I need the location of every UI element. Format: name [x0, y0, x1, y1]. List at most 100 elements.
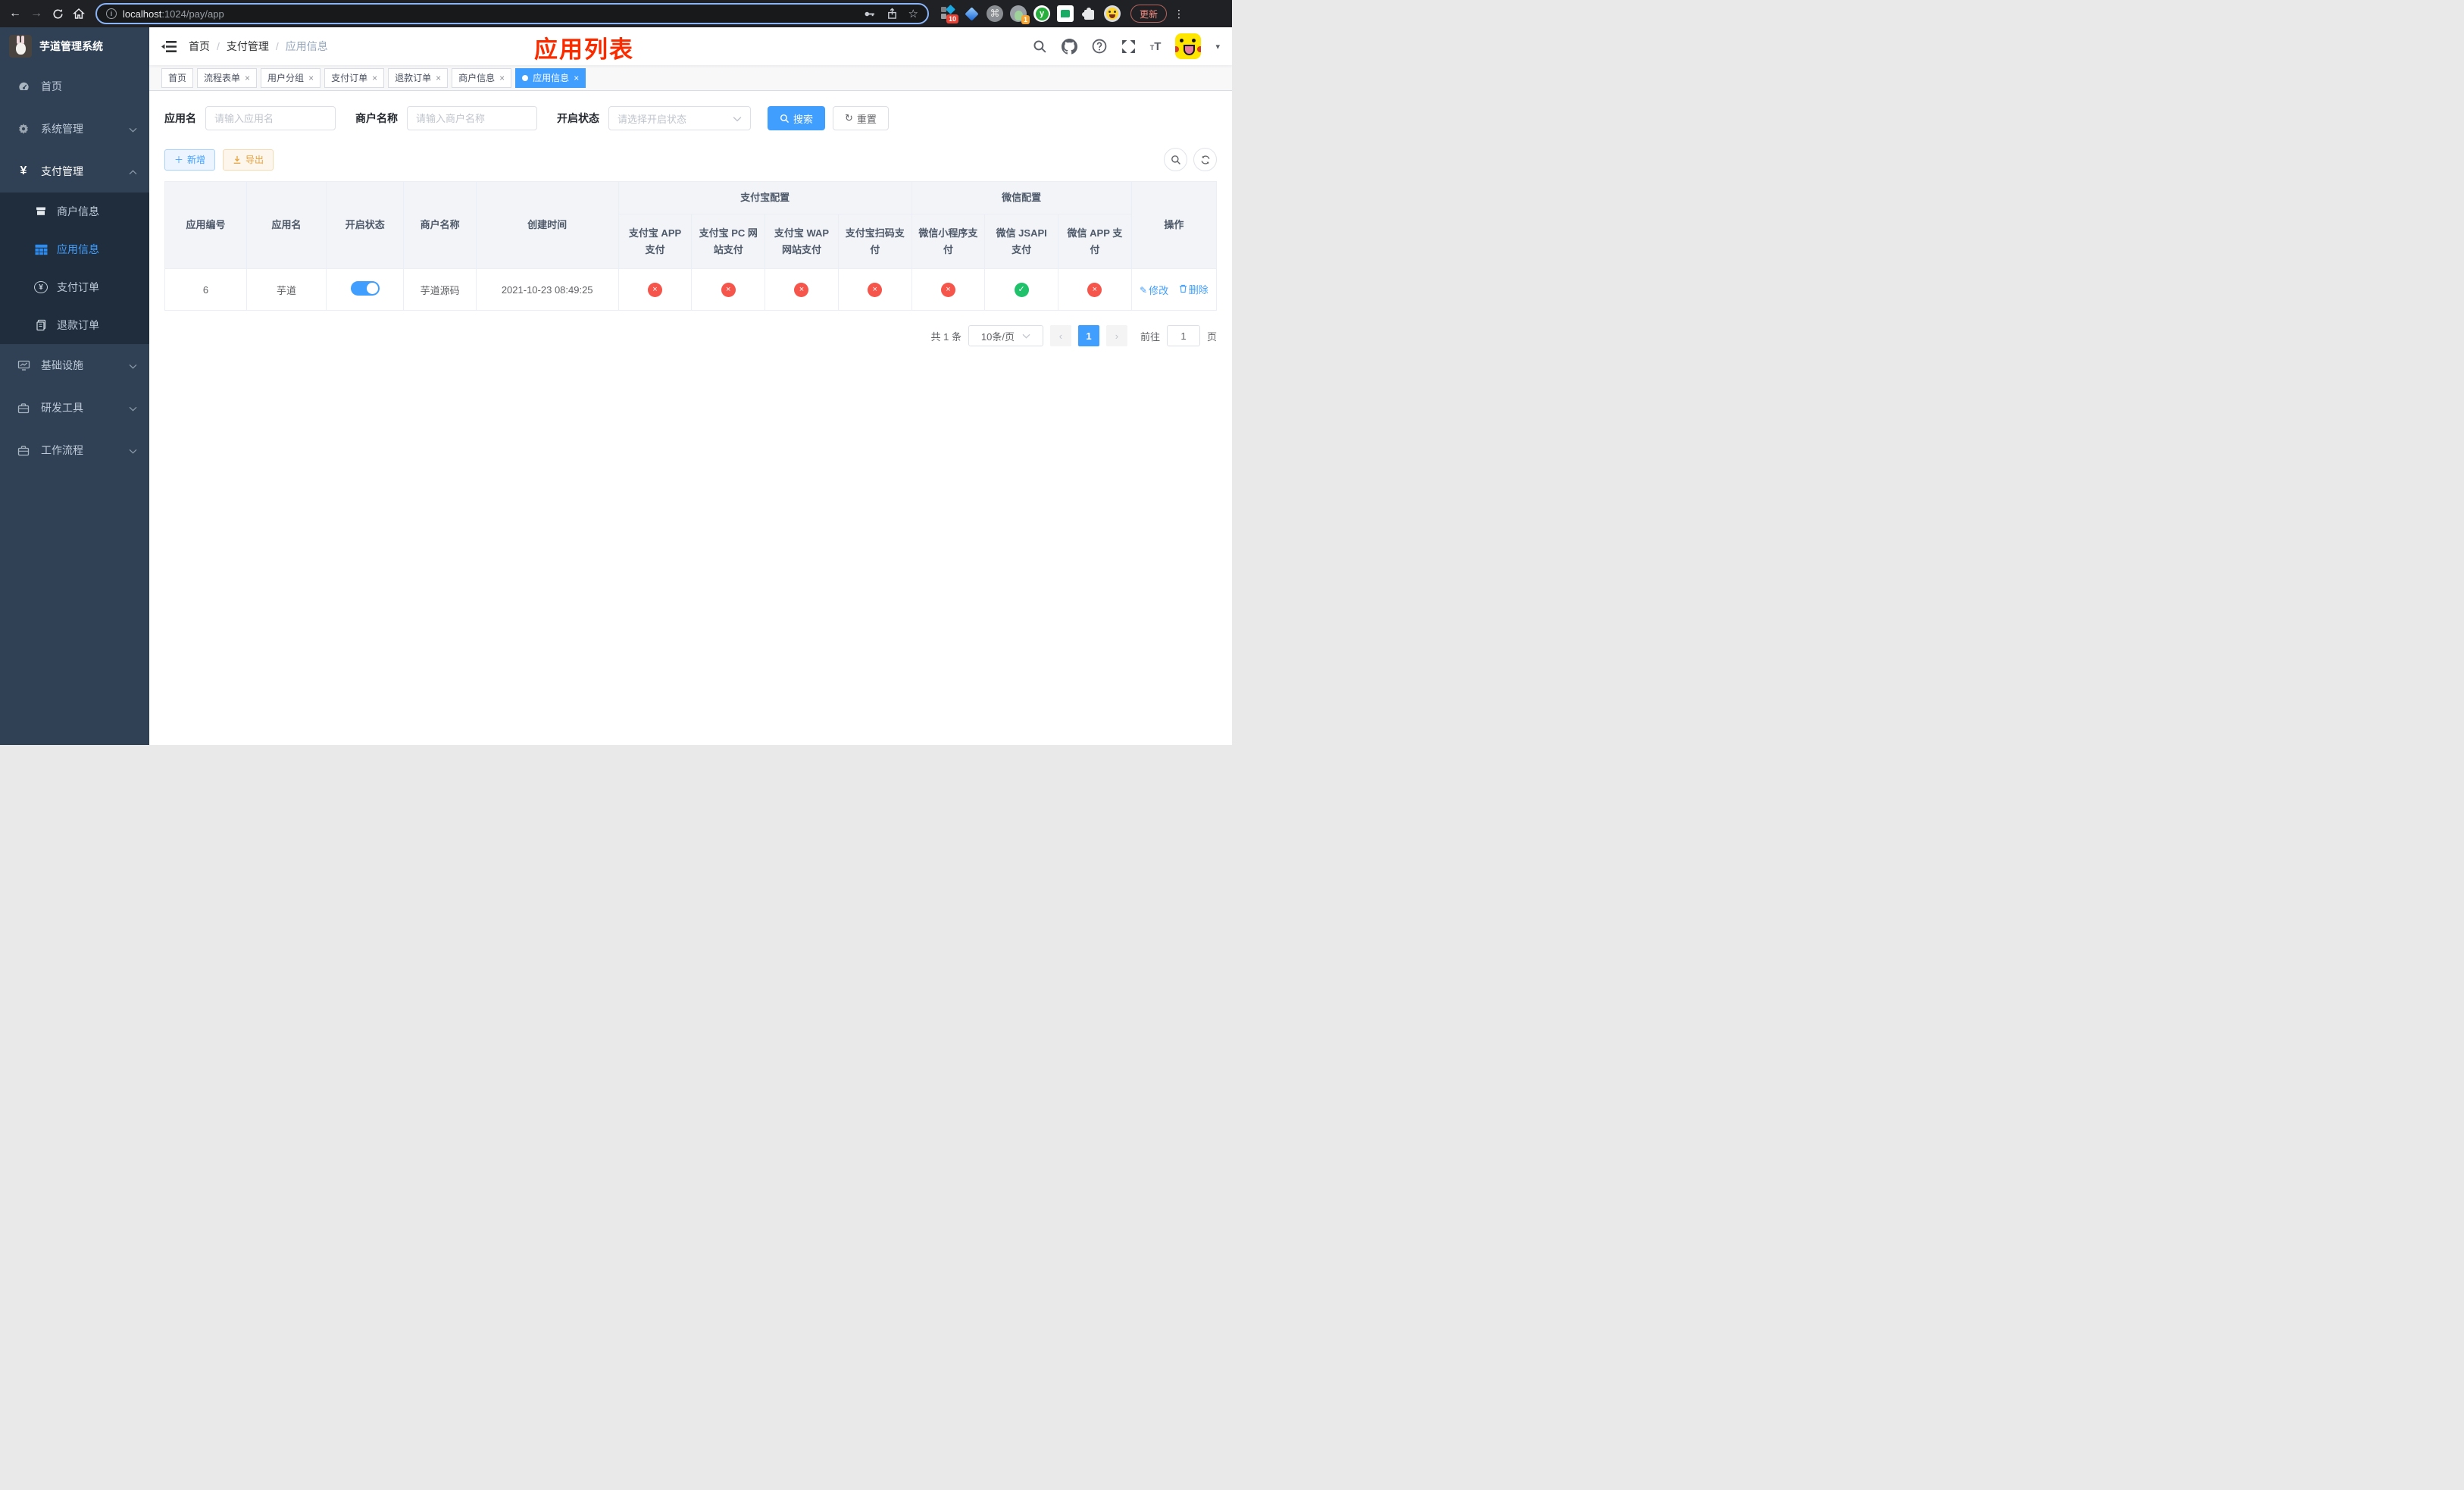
- password-key-icon[interactable]: [863, 8, 876, 20]
- channel-status-icon: ×: [794, 282, 809, 297]
- close-icon[interactable]: [574, 74, 579, 83]
- sidebar-item-app-info[interactable]: 应用信息: [0, 230, 149, 268]
- sidebar-item-label: 商户信息: [57, 205, 99, 218]
- current-page-button[interactable]: 1: [1077, 325, 1099, 347]
- app-table: 应用编号 应用名 开启状态 商户名称 创建时间 支付宝配置 微信配置 操作 支付…: [164, 180, 1218, 311]
- close-icon[interactable]: [245, 74, 250, 83]
- extension-y-icon[interactable]: y: [1033, 5, 1050, 22]
- close-icon[interactable]: [436, 74, 441, 83]
- github-icon[interactable]: [1061, 38, 1077, 55]
- sidebar-logo[interactable]: 芋道管理系统: [0, 27, 149, 65]
- sidebar-item-dev-tools[interactable]: 研发工具: [0, 387, 149, 429]
- add-button[interactable]: 新增: [164, 149, 216, 171]
- tab-app-info[interactable]: 应用信息: [515, 67, 586, 88]
- extension-command-icon[interactable]: [987, 5, 1003, 22]
- page-size-select[interactable]: 10条/页: [968, 325, 1043, 347]
- extension-profile-icon[interactable]: 1: [1010, 5, 1030, 24]
- breadcrumb-payment[interactable]: 支付管理: [227, 39, 269, 54]
- sidebar-item-label: 退款订单: [57, 319, 99, 331]
- tab-label: 商户信息: [458, 73, 496, 83]
- sidebar-item-pay-order[interactable]: 支付订单: [0, 268, 149, 306]
- address-bar[interactable]: localhost:1024/pay/app: [95, 3, 929, 24]
- prev-page-button[interactable]: [1049, 325, 1071, 347]
- edit-link[interactable]: 修改: [1140, 283, 1168, 297]
- sidebar-collapse-icon[interactable]: [161, 40, 177, 52]
- user-avatar[interactable]: [1175, 33, 1202, 59]
- info-icon[interactable]: [106, 8, 117, 19]
- search-icon: [780, 114, 790, 123]
- refresh-table-button[interactable]: [1193, 148, 1217, 171]
- extensions-puzzle-icon[interactable]: [1080, 5, 1097, 22]
- page-title: 应用列表: [534, 36, 634, 63]
- emoji-face: [1106, 8, 1118, 20]
- sidebar-item-payment[interactable]: 支付管理: [0, 150, 149, 193]
- search-icon[interactable]: [1033, 39, 1047, 54]
- sidebar-item-label: 系统管理: [41, 123, 83, 135]
- grid-square: [941, 14, 946, 19]
- yen-circle-icon: [34, 281, 48, 293]
- export-button-label: 导出: [245, 155, 264, 165]
- page-content: 应用名 商户名称 开启状态 请选择开启状态: [149, 91, 1232, 745]
- goto-page-input[interactable]: [1166, 325, 1200, 347]
- sidebar-item-home[interactable]: 首页: [0, 65, 149, 108]
- breadcrumb: 首页 / 支付管理 / 应用信息: [189, 39, 328, 54]
- browser-avatar[interactable]: [1104, 5, 1121, 22]
- tab-user-group[interactable]: 用户分组: [261, 67, 321, 88]
- page-header: 首页 / 支付管理 / 应用信息 应用列表 T T ▾: [149, 27, 1232, 65]
- close-icon[interactable]: [372, 74, 377, 83]
- cell-created: 2021-10-23 08:49:25: [475, 268, 619, 311]
- status-toggle[interactable]: [350, 281, 380, 296]
- sidebar-item-merchant-info[interactable]: 商户信息: [0, 193, 149, 230]
- header-actions: TT: [1033, 33, 1220, 59]
- show-search-button[interactable]: [1164, 148, 1187, 171]
- close-icon[interactable]: [308, 74, 314, 83]
- toolbox-icon: [17, 402, 30, 414]
- font-size-icon[interactable]: TT: [1150, 40, 1162, 53]
- tab-refund-order[interactable]: 退款订单: [388, 67, 449, 88]
- tab-pay-order[interactable]: 支付订单: [324, 67, 385, 88]
- url-text[interactable]: localhost:1024/pay/app: [123, 8, 224, 20]
- table-row: 6 芋道 芋道源码 2021-10-23 08:49:25 × × × × ×: [164, 268, 1218, 311]
- search-button[interactable]: 搜索: [768, 106, 826, 130]
- sidebar-item-infrastructure[interactable]: 基础设施: [0, 344, 149, 387]
- download-icon: [233, 155, 241, 164]
- delete-link[interactable]: 删除: [1179, 282, 1209, 296]
- forward-icon[interactable]: →: [27, 5, 45, 23]
- bookmark-star-icon[interactable]: [908, 7, 918, 21]
- help-icon[interactable]: [1092, 39, 1107, 54]
- tab-label: 应用信息: [533, 73, 570, 83]
- back-icon[interactable]: ←: [6, 5, 24, 23]
- avatar-caret-icon[interactable]: [1215, 42, 1220, 52]
- chevron-down-icon: [129, 359, 137, 371]
- export-button[interactable]: 导出: [223, 149, 274, 171]
- home-icon[interactable]: [70, 5, 88, 23]
- tab-home[interactable]: 首页: [161, 67, 194, 88]
- fullscreen-icon[interactable]: [1121, 39, 1136, 54]
- chat-bubble: [1061, 10, 1070, 17]
- close-icon[interactable]: [499, 74, 505, 83]
- extension-chat-icon[interactable]: [1057, 5, 1074, 22]
- y-glyph: y: [1035, 7, 1049, 20]
- status-select[interactable]: 请选择开启状态: [608, 106, 751, 130]
- browser-update-button[interactable]: 更新: [1130, 5, 1168, 23]
- merchant-name-input[interactable]: [407, 106, 537, 130]
- channel-status-icon: ×: [940, 282, 955, 297]
- reset-button[interactable]: 重置: [833, 106, 889, 130]
- sidebar-item-label: 研发工具: [41, 402, 83, 414]
- sidebar-item-workflow[interactable]: 工作流程: [0, 429, 149, 471]
- tab-merchant-info[interactable]: 商户信息: [452, 67, 512, 88]
- reload-icon[interactable]: [48, 5, 67, 23]
- breadcrumb-home[interactable]: 首页: [189, 39, 210, 54]
- tab-process-form[interactable]: 流程表单: [197, 67, 258, 88]
- app-name-input[interactable]: [205, 106, 336, 130]
- col-alipay-wap: 支付宝 WAP 网站支付: [765, 214, 839, 270]
- browser-menu-icon[interactable]: [1174, 8, 1184, 20]
- next-page-button[interactable]: [1105, 325, 1127, 347]
- extension-grid-icon[interactable]: 10: [940, 5, 958, 23]
- grid-table-icon: [34, 244, 48, 255]
- sidebar-item-system[interactable]: 系统管理: [0, 108, 149, 150]
- refresh-icon: [845, 112, 853, 124]
- share-icon[interactable]: [886, 8, 898, 20]
- sidebar-item-refund-order[interactable]: 退款订单: [0, 306, 149, 344]
- extension-kite-icon[interactable]: [963, 5, 980, 22]
